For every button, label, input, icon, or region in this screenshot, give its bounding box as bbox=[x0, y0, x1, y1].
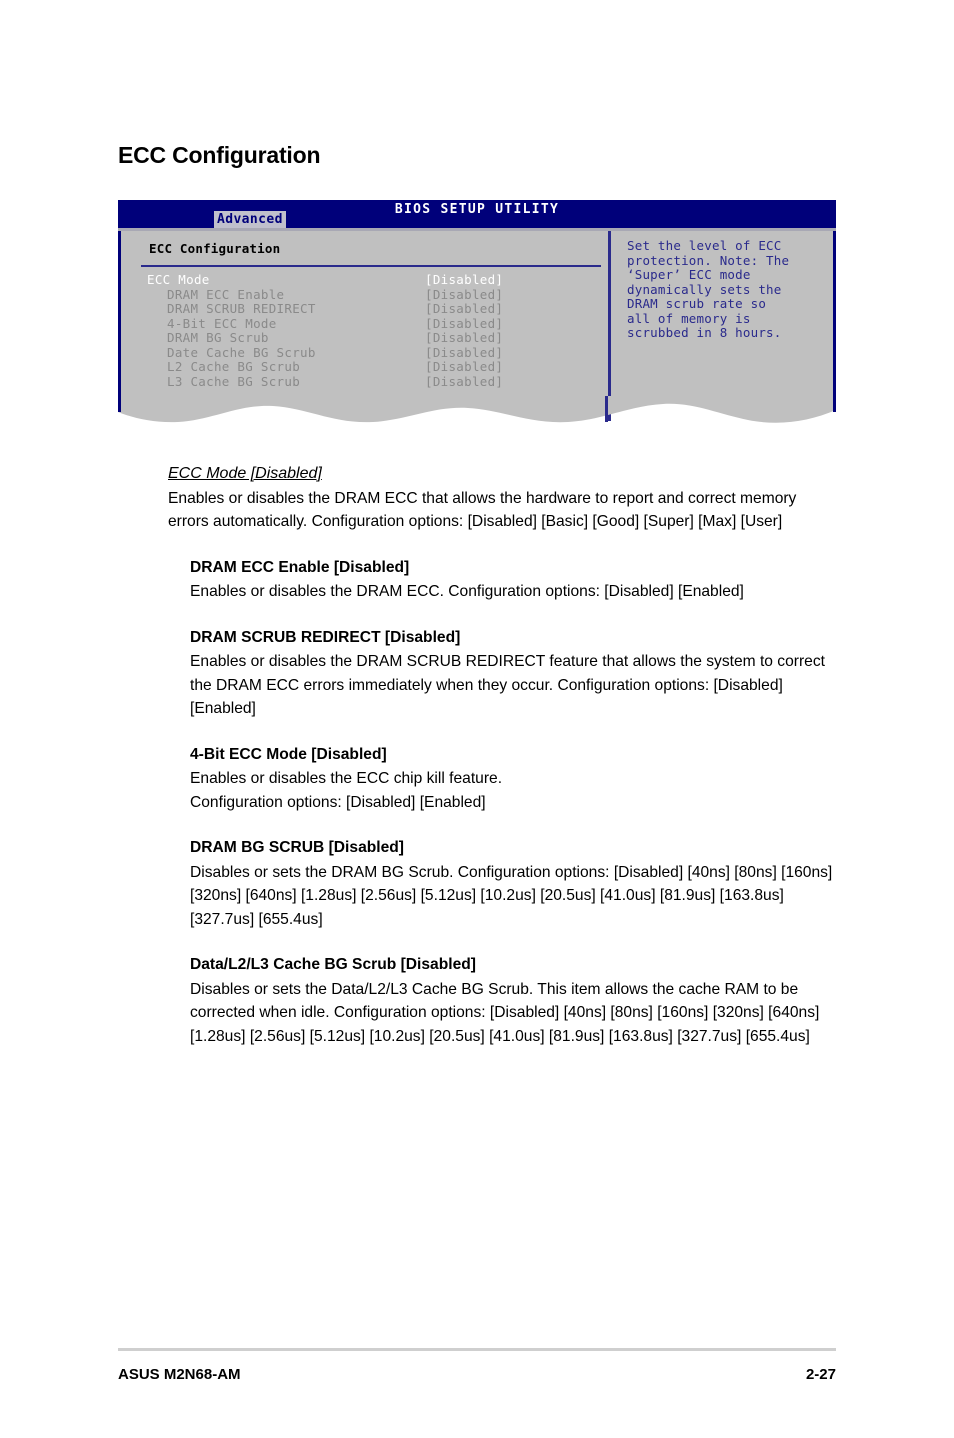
sub-section: Data/L2/L3 Cache BG Scrub [Disabled] Disa… bbox=[190, 953, 840, 1048]
sub-section: DRAM ECC Enable [Disabled] Enables or dis… bbox=[190, 556, 840, 604]
bios-option-row[interactable]: Date Cache BG Scrub [Disabled] bbox=[141, 345, 601, 360]
bios-option-value: [Disabled] bbox=[425, 272, 504, 287]
bios-option-list: ECC Mode [Disabled] DRAM ECC Enable [Disabl… bbox=[141, 272, 601, 389]
bios-option-name: L2 Cache BG Scrub bbox=[167, 359, 301, 374]
bios-section-divider bbox=[141, 265, 601, 267]
bios-option-value: [Disabled] bbox=[425, 286, 504, 302]
bios-option-value: [Disabled] bbox=[425, 330, 504, 345]
torn-edge-decoration bbox=[118, 396, 836, 428]
sub-section: 4-Bit ECC Mode [Disabled] Enables or disa… bbox=[190, 743, 840, 815]
bios-option-name: Date Cache BG Scrub bbox=[167, 344, 316, 360]
footer-divider bbox=[118, 1348, 836, 1351]
sub-section-body: Disables or sets the Data/L2/L3 Cache BG… bbox=[190, 980, 820, 1045]
bios-option-name: DRAM SCRUB REDIRECT bbox=[167, 301, 316, 316]
sub-section-heading: Data/L2/L3 Cache BG Scrub [Disabled] bbox=[190, 956, 476, 973]
sub-sections: DRAM ECC Enable [Disabled] Enables or dis… bbox=[168, 556, 840, 1049]
lead-heading: ECC Mode [Disabled] bbox=[168, 465, 322, 482]
sub-section-body: Enables or disables the ECC chip kill fe… bbox=[190, 770, 503, 811]
bios-option-row[interactable]: DRAM BG Scrub [Disabled] bbox=[141, 330, 601, 345]
bios-option-row[interactable]: ECC Mode [Disabled] bbox=[141, 272, 601, 287]
sub-section: DRAM BG SCRUB [Disabled] Disables or sets… bbox=[190, 836, 840, 931]
footer-product-name: ASUS M2N68-AM bbox=[118, 1366, 241, 1383]
bios-option-row[interactable]: DRAM SCRUB REDIRECT [Disabled] bbox=[141, 301, 601, 316]
bios-option-row[interactable]: DRAM ECC Enable [Disabled] bbox=[141, 287, 601, 302]
bios-option-value: [Disabled] bbox=[425, 315, 504, 331]
bios-help-panel: Set the level of ECC protection. Note: T… bbox=[617, 231, 833, 399]
bios-body: ECC Configuration ECC Mode [Disabled] DRAM… bbox=[118, 231, 836, 421]
sub-section-heading: 4-Bit ECC Mode [Disabled] bbox=[190, 745, 387, 763]
bios-option-name: DRAM ECC Enable bbox=[167, 286, 285, 302]
bios-panel-divider bbox=[608, 231, 611, 421]
sub-section-body: Enables or disables the DRAM SCRUB REDIR… bbox=[190, 653, 825, 717]
bios-option-row[interactable]: 4-Bit ECC Mode [Disabled] bbox=[141, 316, 601, 331]
bios-option-name: L3 Cache BG Scrub bbox=[167, 373, 301, 389]
bios-options-panel: ECC Configuration ECC Mode [Disabled] DRAM… bbox=[121, 231, 608, 399]
bios-option-value: [Disabled] bbox=[425, 373, 504, 389]
bios-setup-screenshot: BIOS SETUP UTILITY Advanced ECC Configur… bbox=[118, 200, 836, 425]
bios-option-row[interactable]: L2 Cache BG Scrub [Disabled] bbox=[141, 359, 601, 374]
bios-option-value: [Disabled] bbox=[425, 344, 504, 360]
bios-help-text: Set the level of ECC protection. Note: T… bbox=[627, 238, 790, 340]
sub-section-body: Enables or disables the DRAM ECC. Config… bbox=[190, 583, 744, 600]
bios-option-value: [Disabled] bbox=[425, 301, 504, 316]
sub-section-heading: DRAM ECC Enable [Disabled] bbox=[190, 558, 410, 576]
sub-section-body: Disables or sets the DRAM BG Scrub. Conf… bbox=[190, 863, 833, 928]
bios-section-label: ECC Configuration bbox=[149, 241, 281, 256]
page-title: ECC Configuration bbox=[118, 142, 321, 168]
body-copy: ECC Mode [Disabled] Enables or disables … bbox=[168, 462, 840, 1048]
footer-page-number: 2-27 bbox=[805, 1366, 836, 1383]
bios-option-name: DRAM BG Scrub bbox=[167, 330, 269, 345]
bios-option-name: 4-Bit ECC Mode bbox=[167, 315, 277, 331]
sub-section: DRAM SCRUB REDIRECT [Disabled] Enables or… bbox=[190, 626, 840, 721]
lead-body: Enables or disables the DRAM ECC that al… bbox=[168, 489, 797, 531]
sub-section-heading: DRAM BG SCRUB [Disabled] bbox=[190, 839, 404, 856]
sub-section-heading: DRAM SCRUB REDIRECT [Disabled] bbox=[190, 628, 461, 646]
bios-option-name: ECC Mode bbox=[147, 272, 210, 287]
document-page: ECC Configuration BIOS SETUP UTILITY Adv… bbox=[0, 0, 954, 1438]
bios-option-row[interactable]: L3 Cache BG Scrub [Disabled] bbox=[141, 374, 601, 389]
bios-option-value: [Disabled] bbox=[425, 359, 504, 374]
tab-advanced[interactable]: Advanced bbox=[214, 211, 287, 228]
